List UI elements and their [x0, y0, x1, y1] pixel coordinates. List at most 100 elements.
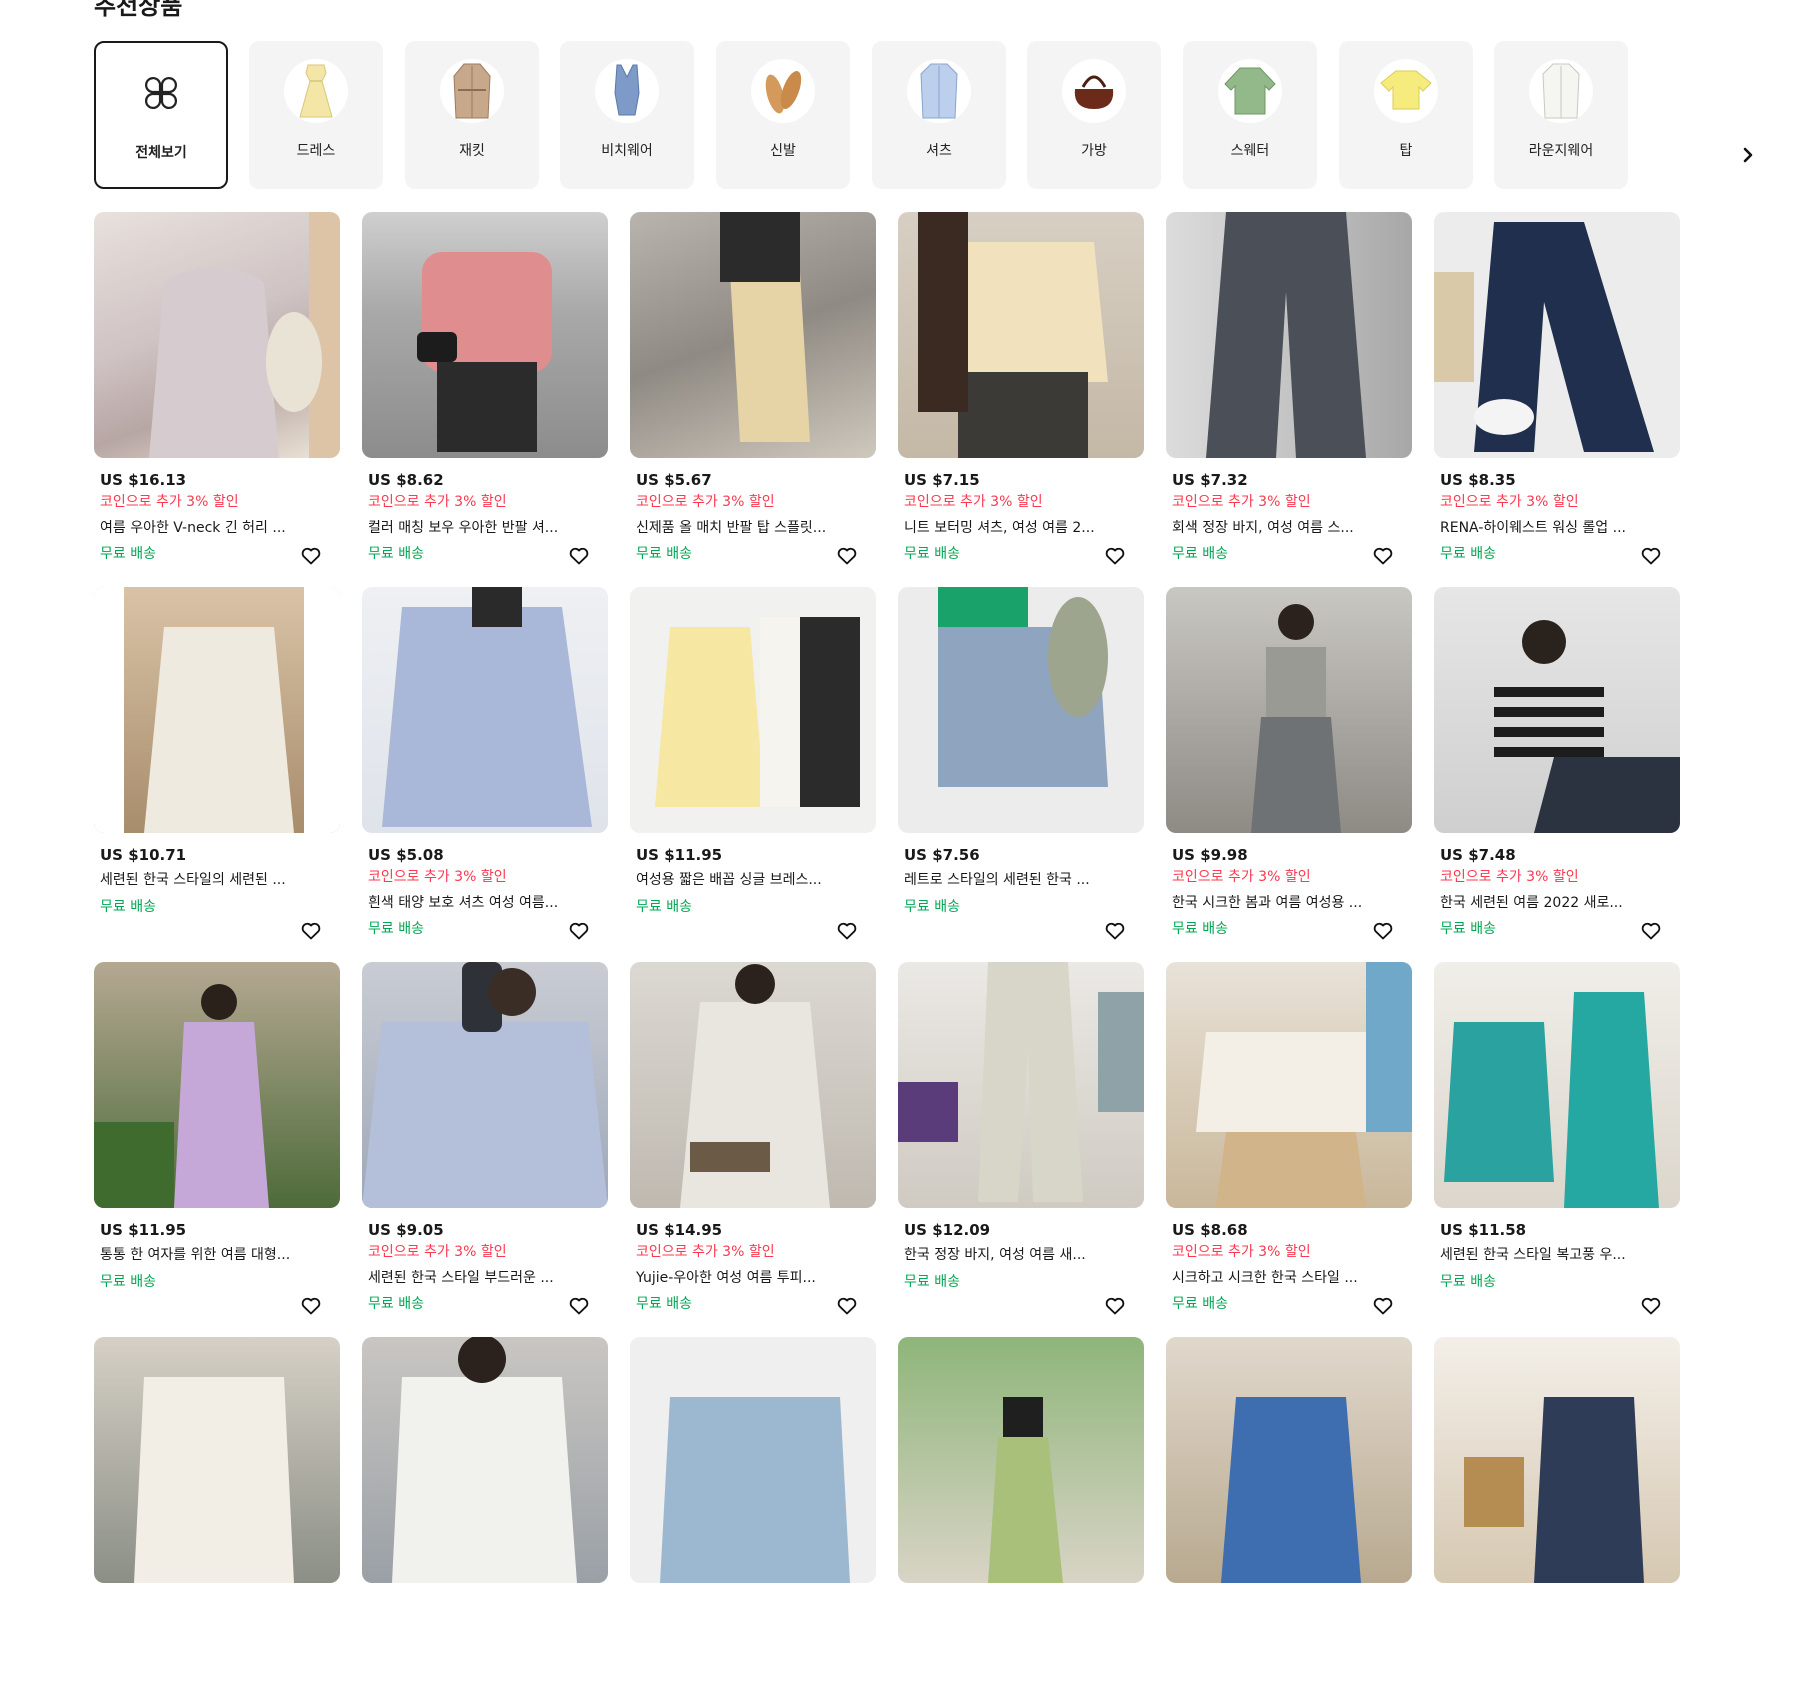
category-sweaters[interactable]: 스웨터 — [1183, 41, 1317, 189]
product-image[interactable] — [1434, 212, 1680, 458]
product-title[interactable]: 시크하고 시크한 한국 스타일 ... — [1172, 1267, 1382, 1287]
heart-icon[interactable] — [300, 545, 322, 567]
product-card[interactable]: US $11.58 세련된 한국 스타일 복고풍 우... 무료 배송 — [1434, 962, 1680, 1322]
product-image[interactable] — [630, 587, 876, 833]
product-image[interactable] — [362, 212, 608, 458]
product-card[interactable]: US $10.71 세련된 한국 스타일의 세련된 ... 무료 배송 — [94, 587, 340, 947]
product-image[interactable] — [94, 962, 340, 1208]
section-title: 추천상품 — [94, 0, 183, 20]
dress-icon — [284, 59, 348, 123]
heart-icon[interactable] — [300, 920, 322, 942]
heart-icon[interactable] — [1372, 920, 1394, 942]
product-card[interactable]: US $11.95 통통 한 여자를 위한 여름 대형... 무료 배송 — [94, 962, 340, 1322]
product-card[interactable]: US $14.95 코인으로 추가 3% 할인 Yujie-우아한 여성 여름 … — [630, 962, 876, 1322]
category-dress[interactable]: 드레스 — [249, 41, 383, 189]
free-shipping: 무료 배송 — [100, 899, 156, 915]
product-card[interactable]: US $7.15 코인으로 추가 3% 할인 니트 보터밍 셔츠, 여성 여름 … — [898, 212, 1144, 572]
heart-icon[interactable] — [836, 545, 858, 567]
product-title[interactable]: 레트로 스타일의 세련된 한국 ... — [904, 869, 1114, 889]
heart-icon[interactable] — [1372, 1295, 1394, 1317]
product-image[interactable] — [362, 587, 608, 833]
product-image[interactable] — [630, 1337, 876, 1583]
product-card[interactable]: US $9.98 코인으로 추가 3% 할인 한국 시크한 봄과 여름 여성용 … — [1166, 587, 1412, 947]
product-title[interactable]: 한국 정장 바지, 여성 여름 새... — [904, 1244, 1114, 1264]
product-title[interactable]: 한국 시크한 봄과 여름 여성용 ... — [1172, 892, 1382, 912]
product-card[interactable]: US $5.08 코인으로 추가 3% 할인 흰색 태양 보호 셔츠 여성 여름… — [362, 587, 608, 947]
category-tops[interactable]: 탑 — [1339, 41, 1473, 189]
product-image[interactable] — [1166, 1337, 1412, 1583]
category-bags[interactable]: 가방 — [1027, 41, 1161, 189]
product-title[interactable]: 니트 보터밍 셔츠, 여성 여름 2... — [904, 517, 1114, 537]
product-title[interactable]: 흰색 태양 보호 셔츠 여성 여름... — [368, 892, 578, 912]
heart-icon[interactable] — [1104, 1295, 1126, 1317]
product-title[interactable]: 통통 한 여자를 위한 여름 대형... — [100, 1244, 310, 1264]
product-card[interactable]: US $11.95 여성용 짧은 배꼽 싱글 브레스... 무료 배송 — [630, 587, 876, 947]
product-title[interactable]: 세련된 한국 스타일 복고풍 우... — [1440, 1244, 1650, 1264]
product-image[interactable] — [630, 962, 876, 1208]
product-image[interactable] — [94, 1337, 340, 1583]
product-image[interactable] — [898, 962, 1144, 1208]
heart-icon[interactable] — [1640, 1295, 1662, 1317]
product-title[interactable]: 한국 세련된 여름 2022 새로... — [1440, 892, 1650, 912]
product-card[interactable] — [362, 1337, 608, 1697]
category-beachwear[interactable]: 비치웨어 — [560, 41, 694, 189]
heart-icon[interactable] — [1104, 545, 1126, 567]
product-card[interactable] — [1166, 1337, 1412, 1697]
category-jacket[interactable]: 재킷 — [405, 41, 539, 189]
product-card[interactable]: US $8.68 코인으로 추가 3% 할인 시크하고 시크한 한국 스타일 .… — [1166, 962, 1412, 1322]
product-title[interactable]: 컬러 매칭 보우 우아한 반팔 셔... — [368, 517, 578, 537]
product-image[interactable] — [1166, 962, 1412, 1208]
product-image[interactable] — [362, 1337, 608, 1583]
product-card[interactable] — [898, 1337, 1144, 1697]
product-card[interactable]: US $8.35 코인으로 추가 3% 할인 RENA-하이웨스트 워싱 롤업 … — [1434, 212, 1680, 572]
product-card[interactable]: US $7.56 레트로 스타일의 세련된 한국 ... 무료 배송 — [898, 587, 1144, 947]
heart-icon[interactable] — [568, 545, 590, 567]
product-title[interactable]: 세련된 한국 스타일의 세련된 ... — [100, 869, 310, 889]
category-shoes[interactable]: 신발 — [716, 41, 850, 189]
product-title[interactable]: 회색 정장 바지, 여성 여름 스... — [1172, 517, 1382, 537]
product-title[interactable]: RENA-하이웨스트 워싱 롤업 ... — [1440, 517, 1650, 537]
heart-icon[interactable] — [1640, 545, 1662, 567]
product-image[interactable] — [362, 962, 608, 1208]
heart-icon[interactable] — [1640, 920, 1662, 942]
product-card[interactable] — [630, 1337, 876, 1697]
product-image[interactable] — [1166, 212, 1412, 458]
heart-icon[interactable] — [568, 1295, 590, 1317]
product-image[interactable] — [94, 212, 340, 458]
product-card[interactable]: US $9.05 코인으로 추가 3% 할인 세련된 한국 스타일 부드러운 .… — [362, 962, 608, 1322]
product-image[interactable] — [898, 587, 1144, 833]
product-image[interactable] — [1166, 587, 1412, 833]
heart-icon[interactable] — [300, 1295, 322, 1317]
category-all[interactable]: 전체보기 — [94, 41, 228, 189]
category-label: 재킷 — [459, 143, 485, 159]
category-loungewear[interactable]: 라운지웨어 — [1494, 41, 1628, 189]
product-card[interactable]: US $8.62 코인으로 추가 3% 할인 컬러 매칭 보우 우아한 반팔 셔… — [362, 212, 608, 572]
product-image[interactable] — [94, 587, 340, 833]
product-card[interactable]: US $16.13 코인으로 추가 3% 할인 여름 우아한 V-neck 긴 … — [94, 212, 340, 572]
product-card[interactable]: US $7.32 코인으로 추가 3% 할인 회색 정장 바지, 여성 여름 스… — [1166, 212, 1412, 572]
product-image[interactable] — [1434, 587, 1680, 833]
product-card[interactable]: US $12.09 한국 정장 바지, 여성 여름 새... 무료 배송 — [898, 962, 1144, 1322]
product-image[interactable] — [1434, 1337, 1680, 1583]
product-title[interactable]: Yujie-우아한 여성 여름 투피... — [636, 1267, 846, 1287]
heart-icon[interactable] — [568, 920, 590, 942]
product-card[interactable]: US $5.67 코인으로 추가 3% 할인 신제품 올 매치 반팔 탑 스플릿… — [630, 212, 876, 572]
product-card[interactable] — [94, 1337, 340, 1697]
product-card[interactable]: US $7.48 코인으로 추가 3% 할인 한국 세련된 여름 2022 새로… — [1434, 587, 1680, 947]
product-title[interactable]: 여성용 짧은 배꼽 싱글 브레스... — [636, 869, 846, 889]
product-card[interactable] — [1434, 1337, 1680, 1697]
free-shipping: 무료 배송 — [904, 1274, 960, 1290]
chevron-right-icon[interactable] — [1733, 140, 1763, 170]
category-shirts[interactable]: 셔츠 — [872, 41, 1006, 189]
product-image[interactable] — [1434, 962, 1680, 1208]
heart-icon[interactable] — [1104, 920, 1126, 942]
product-title[interactable]: 세련된 한국 스타일 부드러운 ... — [368, 1267, 578, 1287]
product-image[interactable] — [898, 212, 1144, 458]
heart-icon[interactable] — [1372, 545, 1394, 567]
heart-icon[interactable] — [836, 1295, 858, 1317]
product-title[interactable]: 신제품 올 매치 반팔 탑 스플릿... — [636, 517, 846, 537]
heart-icon[interactable] — [836, 920, 858, 942]
product-image[interactable] — [630, 212, 876, 458]
product-title[interactable]: 여름 우아한 V-neck 긴 허리 ... — [100, 517, 310, 537]
product-image[interactable] — [898, 1337, 1144, 1583]
